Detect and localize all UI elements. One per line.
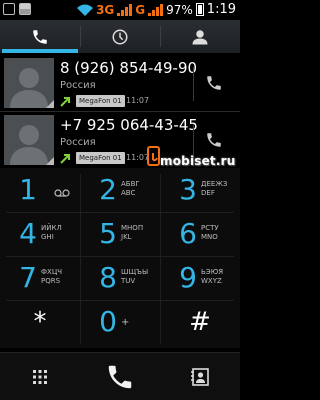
key-letters: ИЙКЛ GHI	[41, 224, 62, 241]
call-back-button[interactable]	[201, 70, 227, 96]
battery-percent: 97%	[166, 2, 193, 17]
tab-call-log[interactable]	[80, 20, 160, 53]
key-digit: 8	[99, 261, 117, 294]
dialpad-grid-icon	[33, 370, 47, 384]
dialpad-key-9[interactable]: 9 ЬЭЮЯ WXYZ	[165, 260, 235, 296]
sim-badge: MegaFon 01	[76, 152, 125, 164]
key-letters: РСТУ MNO	[201, 224, 219, 241]
battery-icon	[195, 3, 204, 16]
dialpad-key-8[interactable]: 8 ШЩЪЫ TUV	[85, 260, 155, 296]
key-digit: 1	[19, 173, 37, 206]
entry-separator	[193, 67, 194, 101]
notification-image-icon	[3, 3, 15, 15]
notification-icons	[3, 3, 31, 15]
dialpad-key-0[interactable]: 0 +	[85, 304, 155, 340]
call-back-button[interactable]	[201, 127, 227, 153]
watermark-text: mobiset.ru	[160, 154, 236, 168]
dialpad-key-6[interactable]: 6 РСТУ MNO	[165, 216, 235, 252]
phone-icon	[207, 133, 221, 147]
key-letters: ЬЭЮЯ WXYZ	[201, 268, 224, 285]
dialpad-key-7[interactable]: 7 ФХЦЧ PQRS	[5, 260, 75, 296]
key-digit: 3	[179, 173, 197, 206]
dialpad-divider	[6, 300, 234, 301]
key-digit: 6	[179, 217, 197, 250]
dialpad-divider	[6, 256, 234, 257]
network-type-2-label: G	[135, 2, 146, 17]
key-digit: 5	[99, 217, 117, 250]
phone-icon	[207, 76, 221, 90]
clock-time: 1:19	[206, 2, 236, 17]
dialpad-key-star[interactable]: *	[5, 304, 75, 340]
dialpad-key-5[interactable]: 5 МНОП JKL	[85, 216, 155, 252]
key-letters: МНОП JKL	[121, 224, 144, 241]
dialpad-key-4[interactable]: 4 ИЙКЛ GHI	[5, 216, 75, 252]
hide-dialpad-button[interactable]	[0, 353, 80, 400]
default-contact-icon	[4, 115, 54, 165]
signal-strength-2-icon	[148, 3, 164, 16]
call-log-entry[interactable]: 8 (926) 854-49-90 Россия MegaFon 01 11:0…	[0, 55, 240, 112]
status-bar: 3G G 97% 1:19	[0, 0, 240, 20]
dialpad-key-3[interactable]: 3 ДЕЕЖЗ DEF	[165, 172, 235, 208]
default-contact-icon	[4, 58, 54, 108]
key-digit: *	[33, 307, 47, 337]
key-digit: 0	[99, 305, 117, 338]
dial-call-button[interactable]	[80, 353, 160, 400]
key-digit: #	[189, 307, 211, 337]
wifi-icon	[77, 4, 94, 16]
contact-avatar	[4, 58, 54, 108]
key-letters: ДЕЕЖЗ DEF	[201, 180, 228, 197]
dialpad-divider	[80, 174, 81, 344]
dialpad-key-2[interactable]: 2 АБВГ ABC	[85, 172, 155, 208]
caller-region: Россия	[60, 137, 96, 148]
phone-icon	[33, 29, 47, 44]
call-time: 11:07	[126, 96, 150, 105]
outgoing-call-arrow-icon	[60, 154, 70, 164]
caller-number: 8 (926) 854-49-90	[60, 59, 198, 77]
notification-sim-icon	[19, 3, 31, 15]
tab-contacts[interactable]	[160, 20, 240, 53]
key-letters: АБВГ ABC	[121, 180, 140, 197]
signal-strength-icon	[117, 3, 133, 16]
key-digit: 4	[19, 217, 37, 250]
dialpad-key-1[interactable]: 1	[5, 172, 75, 208]
key-digit: 2	[99, 173, 117, 206]
dialer-action-bar	[0, 352, 240, 400]
outgoing-call-arrow-icon	[60, 97, 70, 107]
sim-badge: MegaFon 01	[76, 95, 125, 107]
phone-icon	[108, 365, 132, 389]
contact-avatar	[4, 115, 54, 165]
add-contact-button[interactable]	[160, 353, 240, 400]
clock-icon	[112, 29, 128, 44]
person-icon	[192, 29, 208, 44]
caller-region: Россия	[60, 80, 96, 91]
network-type-label: 3G	[96, 2, 115, 17]
tab-dialer[interactable]	[0, 20, 80, 53]
dialpad: 1 2 АБВГ ABC 3 ДЕЕЖЗ DEF 4 ИЙКЛ GHI 5 МН…	[0, 168, 240, 348]
key-letters: +	[121, 317, 130, 328]
voicemail-icon	[41, 180, 70, 210]
key-digit: 7	[19, 261, 37, 294]
tab-bar	[0, 20, 240, 53]
caller-number: +7 925 064-43-45	[60, 116, 198, 134]
key-digit: 9	[179, 261, 197, 294]
status-indicators: 3G G 97% 1:19	[77, 2, 236, 17]
key-letters: ФХЦЧ PQRS	[41, 268, 63, 285]
dialpad-key-hash[interactable]: #	[165, 304, 235, 340]
key-letters: ШЩЪЫ TUV	[121, 268, 149, 285]
contact-card-icon	[191, 368, 209, 386]
entry-separator	[193, 124, 194, 158]
dialpad-divider	[6, 212, 234, 213]
dialpad-divider	[160, 174, 161, 344]
